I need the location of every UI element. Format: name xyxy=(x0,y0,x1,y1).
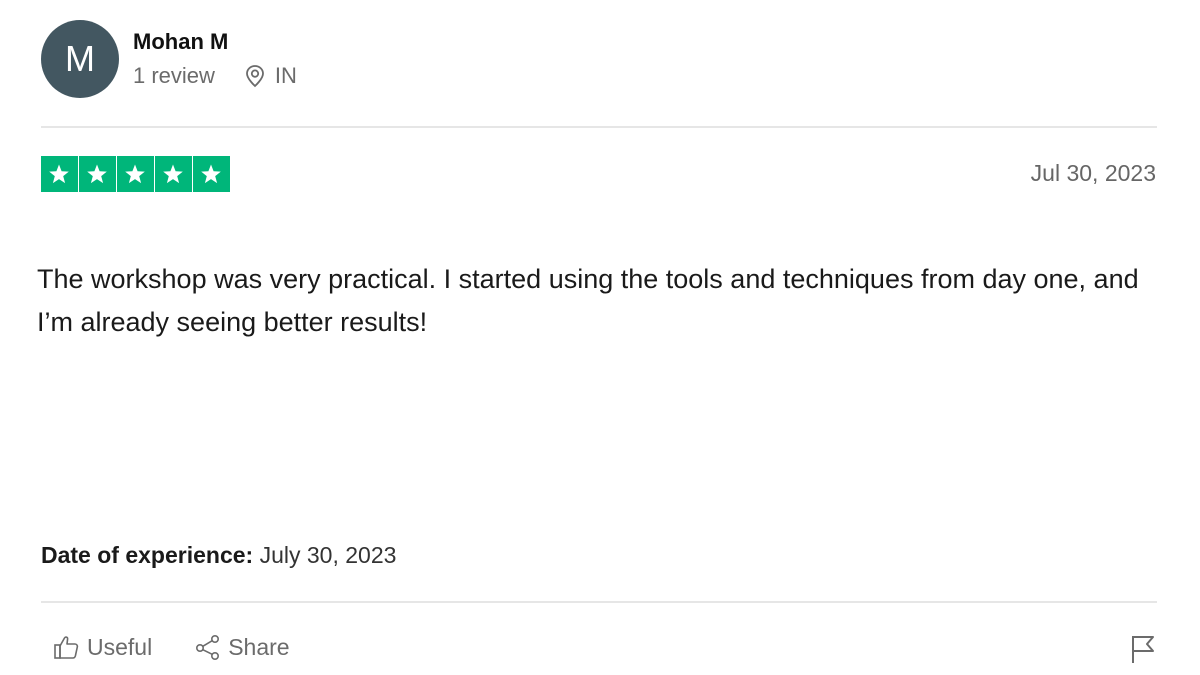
useful-label: Useful xyxy=(87,633,153,660)
review-text: The workshop was very practical. I start… xyxy=(37,264,1139,337)
reviewer-country: IN xyxy=(274,63,297,88)
star-icon xyxy=(79,156,116,192)
report-button[interactable] xyxy=(1129,633,1157,665)
review-actions: Useful Share xyxy=(53,633,290,661)
reviewer-name[interactable]: Mohan M xyxy=(133,29,228,55)
star-icon xyxy=(117,156,154,192)
location-pin-icon xyxy=(245,64,265,88)
date-of-experience: Date of experience: July 30, 2023 xyxy=(41,542,396,569)
review-date: Jul 30, 2023 xyxy=(1030,160,1156,186)
reviewer-meta: 1 review IN xyxy=(133,63,297,89)
useful-button[interactable]: Useful xyxy=(53,633,152,661)
share-icon xyxy=(196,634,220,660)
experience-label: Date of experience: xyxy=(41,542,254,568)
footer-divider xyxy=(41,601,1157,603)
star-rating xyxy=(41,156,230,192)
share-button[interactable]: Share xyxy=(194,633,290,661)
flag-icon xyxy=(1132,636,1154,663)
thumbs-up-icon xyxy=(54,636,79,659)
experience-value: July 30, 2023 xyxy=(259,542,397,568)
star-icon xyxy=(41,156,78,192)
review-card: M Mohan M 1 review IN Jul 30, 2023 The w… xyxy=(0,0,1200,675)
review-count: 1 review xyxy=(133,63,215,88)
avatar-initial: M xyxy=(65,38,95,79)
avatar[interactable]: M xyxy=(41,20,119,98)
star-icon xyxy=(155,156,192,192)
star-icon xyxy=(193,156,230,192)
header-divider xyxy=(41,126,1157,128)
share-label: Share xyxy=(228,633,290,660)
